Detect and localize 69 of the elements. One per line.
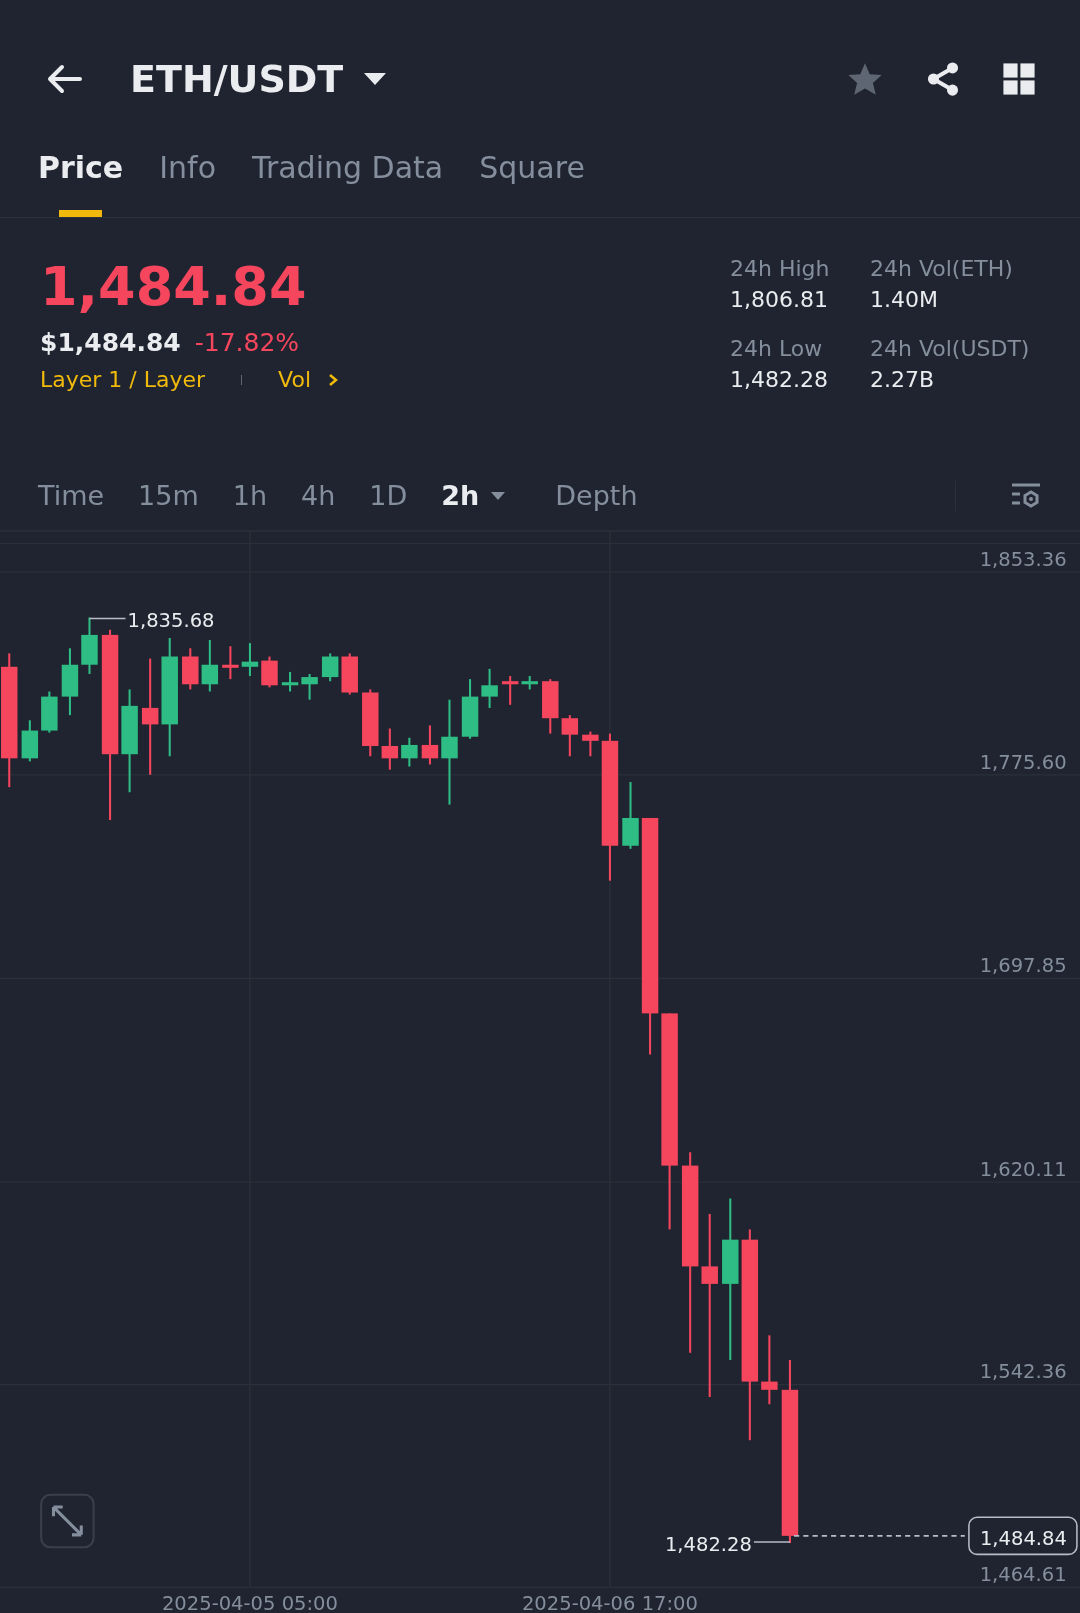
tab[interactable]: Trading Data: [252, 140, 444, 217]
stat-label: 24h Vol(ETH): [870, 256, 1013, 281]
candle: [362, 689, 379, 757]
candle: [321, 653, 339, 682]
price-axis-label: 1,697.85: [979, 954, 1067, 978]
stat-label: 24h Vol(USDT): [870, 336, 1030, 361]
candle: [501, 676, 519, 705]
candle: [521, 676, 538, 690]
candle: [281, 671, 299, 692]
candle: [301, 674, 318, 700]
high-price-marker: 1,835.68: [127, 608, 215, 632]
pair-title[interactable]: ETH/USDT: [130, 57, 344, 101]
last-price-value: 1,484.84: [979, 1527, 1067, 1551]
price-axis-label: 1,775.60: [979, 750, 1067, 774]
candle: [561, 715, 579, 757]
tab[interactable]: Square: [479, 140, 585, 217]
interval-tab[interactable]: 1h: [232, 480, 268, 511]
stat-value: 1.40M: [870, 287, 938, 312]
category-tag[interactable]: Vol: [278, 367, 311, 393]
stat-value: 1,482.28: [730, 367, 828, 392]
candle: [61, 648, 79, 716]
candle: [222, 646, 239, 680]
usd-price: $1,484.84: [40, 328, 181, 358]
leader-line: [753, 1541, 791, 1543]
candle: [381, 728, 399, 770]
candle: [341, 653, 358, 695]
price-change: -17.82%: [194, 328, 300, 358]
candle: [542, 679, 559, 734]
candle: [201, 640, 219, 692]
last-price: 1,484.84: [40, 256, 308, 319]
tab[interactable]: Price: [38, 140, 124, 217]
interval-tab[interactable]: Time: [38, 480, 105, 511]
candle: [81, 617, 98, 674]
candle: [261, 656, 278, 688]
candle: [241, 643, 259, 677]
candle: [461, 679, 479, 739]
interval-tab[interactable]: 4h: [301, 480, 336, 511]
candle: [401, 737, 418, 767]
price-axis-label: 1,542.36: [979, 1360, 1067, 1384]
time-axis-label: 2025-04-06 17:00: [521, 1591, 698, 1613]
candle: [21, 720, 39, 762]
time-axis-label: 2025-04-05 05:00: [161, 1591, 338, 1613]
candle: [41, 691, 58, 733]
chevron-right-icon[interactable]: [327, 371, 339, 388]
candle: [622, 782, 639, 849]
fullscreen-button[interactable]: [40, 1493, 95, 1549]
caret-icon[interactable]: [363, 71, 388, 87]
grid-icon[interactable]: [1002, 62, 1036, 96]
caret-icon: [491, 490, 506, 501]
stat-value: 2.27B: [870, 367, 935, 392]
category-tag[interactable]: Layer 1 / Layer: [40, 367, 206, 393]
price-axis-label: 1,464.61: [979, 1563, 1067, 1587]
candle: [182, 648, 199, 690]
interval-tab[interactable]: 1D: [369, 480, 408, 511]
stat-value: 1,806.81: [730, 287, 828, 312]
candle: [761, 1335, 778, 1405]
price-axis-label: 1,853.36: [979, 548, 1067, 571]
price-axis-label: 1,620.11: [979, 1157, 1067, 1181]
leader-line: [88, 617, 127, 620]
stat-label: 24h Low: [730, 336, 823, 361]
tab[interactable]: Info: [159, 140, 216, 217]
interval-tab[interactable]: Depth: [555, 480, 638, 511]
candle: [582, 731, 599, 757]
low-price-marker: 1,482.28: [664, 1533, 752, 1557]
stat-label: 24h High: [730, 256, 830, 281]
interval-tab[interactable]: 2h: [441, 480, 506, 511]
interval-tab[interactable]: 15m: [138, 480, 199, 511]
candle: [481, 668, 498, 708]
candle: [421, 725, 439, 765]
